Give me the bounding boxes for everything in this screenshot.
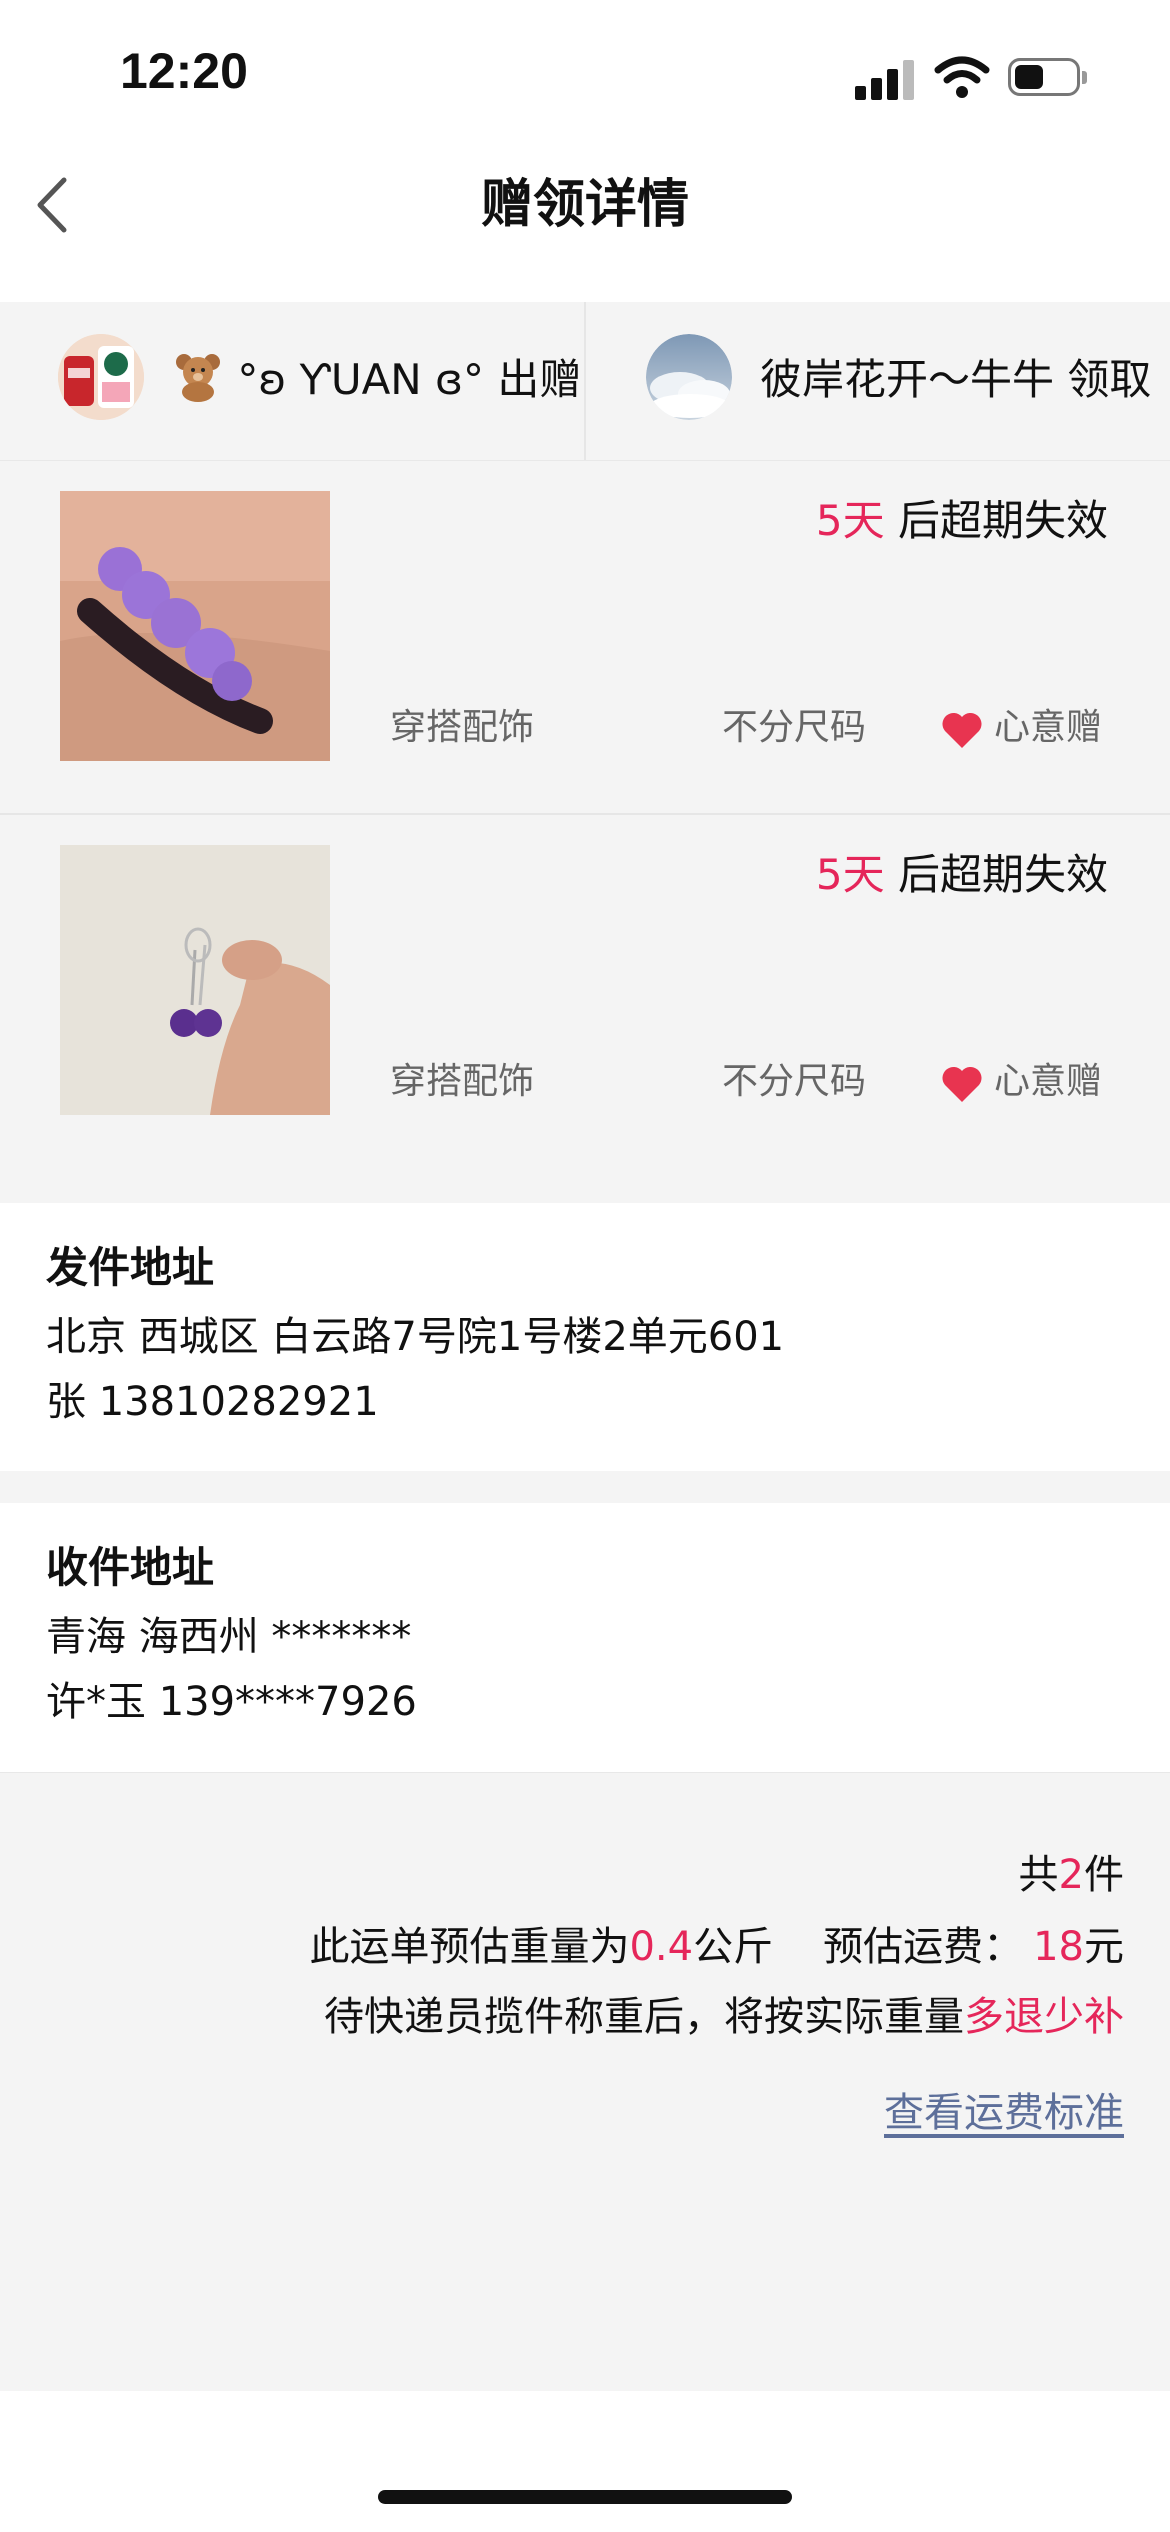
weight-unit: 公斤 (693, 1924, 774, 1970)
item-gift-type: 心意赠 (994, 707, 1103, 748)
fee-label: 预估运费： (823, 1924, 1024, 1970)
item-size: 不分尺码 (722, 1061, 867, 1102)
section-gap (0, 1167, 1170, 1203)
expire-text: 后超期失效 (884, 496, 1108, 545)
count-suffix: 件 (1084, 1852, 1124, 1898)
expire-days: 5天 (815, 496, 885, 545)
item-photo-bracelet[interactable] (60, 491, 330, 761)
status-time: 12:20 (120, 43, 248, 99)
note-highlight: 多退少补 (964, 1994, 1124, 2040)
receiver-avatar[interactable] (646, 334, 732, 420)
weight-value: 0.4 (629, 1924, 694, 1970)
item-size: 不分尺码 (722, 707, 867, 748)
sender-address-title: 发件地址 (46, 1243, 215, 1292)
heart-icon (942, 712, 982, 748)
teddy-bear-icon (172, 350, 224, 402)
item-count: 共2件 (1019, 1846, 1124, 1904)
item-gift-type: 心意赠 (994, 1061, 1103, 1102)
giver-info: °ʚ ƳUAN ɞ° 出赠 (172, 350, 581, 410)
battery-icon (1008, 58, 1087, 96)
count-prefix: 共 (1018, 1852, 1059, 1898)
page-title: 赠领详情 (480, 175, 689, 235)
receiver-contact-line: 许*玉 139****7926 (46, 1679, 417, 1725)
item-category: 穿搭配饰 (390, 1061, 535, 1102)
item-expire: 5天 后超期失效 (816, 491, 1108, 551)
sender-contact-line: 张 13810282921 (46, 1379, 379, 1425)
giver-name: °ʚ ƳUAN ɞ° (237, 355, 484, 404)
count-value: 2 (1058, 1852, 1084, 1898)
receiver-name: 彼岸花开～牛牛 (760, 355, 1055, 404)
refund-note: 待快递员揽件称重后，将按实际重量多退少补 (324, 1988, 1124, 2046)
heart-icon (942, 1066, 982, 1102)
receiver-address-title: 收件地址 (46, 1543, 215, 1592)
expire-days: 5天 (815, 850, 885, 899)
receiver-address-line: 青海 海西州 ******* (46, 1614, 412, 1660)
giver-avatar[interactable] (58, 334, 144, 420)
expire-text: 后超期失效 (884, 850, 1108, 899)
weight-prefix: 此运单预估重量为 (309, 1924, 630, 1970)
item-category: 穿搭配饰 (390, 707, 535, 748)
shipping-summary (0, 1772, 1170, 2391)
receiver-action: 领取 (1067, 355, 1152, 404)
users-divider (584, 302, 586, 460)
item-photo-earrings[interactable] (60, 845, 330, 1115)
shipping-fee-standard-link[interactable]: 查看运费标准 (884, 2084, 1124, 2142)
home-indicator[interactable] (378, 2490, 792, 2504)
giver-action: 出赠 (497, 355, 582, 404)
note-prefix: 待快递员揽件称重后，将按实际重量 (324, 1994, 964, 2040)
section-gap (0, 1471, 1170, 1503)
fee-unit: 元 (1084, 1924, 1124, 1970)
weight-fee-line: 此运单预估重量为0.4公斤 预估运费： 18元 (309, 1918, 1124, 1976)
cellular-signal-icon (855, 58, 917, 100)
fee-value: 18 (1033, 1924, 1084, 1970)
sender-address-line: 北京 西城区 白云路7号院1号楼2单元601 (46, 1314, 785, 1360)
item-expire: 5天 后超期失效 (816, 845, 1108, 905)
wifi-icon (934, 56, 990, 98)
receiver-info: 彼岸花开～牛牛 领取 (760, 350, 1151, 410)
